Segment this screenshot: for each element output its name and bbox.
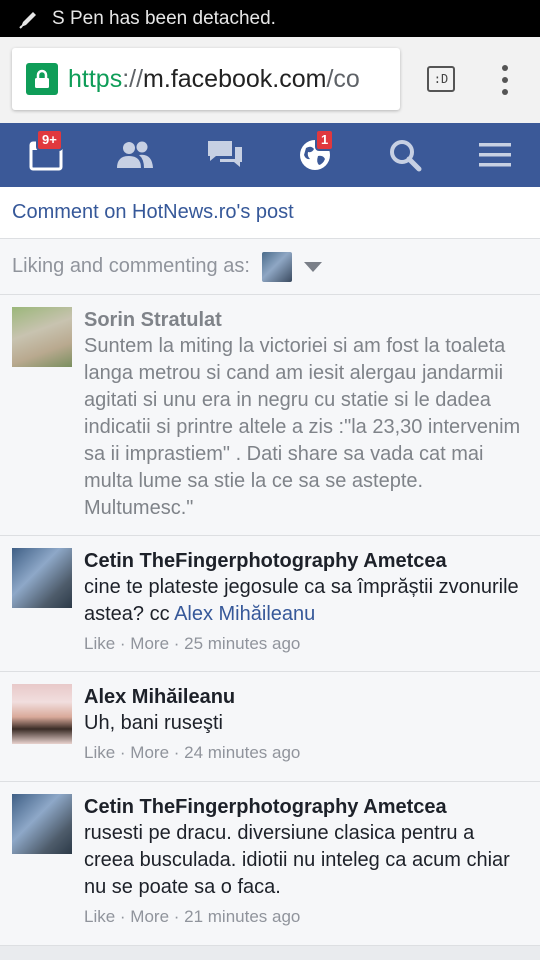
avatar[interactable] <box>12 684 72 744</box>
identity-selector[interactable]: Liking and commenting as: <box>0 239 540 295</box>
comment-text: rusesti pe dracu. diversiune clasica pen… <box>84 822 510 898</box>
avatar <box>261 251 292 282</box>
comment-timestamp: 21 minutes ago <box>184 907 301 926</box>
comment-on-post-title[interactable]: Comment on HotNews.ro's post <box>0 187 540 239</box>
meta-separator: · <box>169 634 185 653</box>
status-bar: S Pen has been detached. <box>0 0 540 37</box>
status-text: S Pen has been detached. <box>52 7 276 29</box>
overflow-menu-icon[interactable] <box>500 65 510 95</box>
comment-author[interactable]: Alex Mihăileanu <box>84 684 528 710</box>
notifications-badge: 1 <box>315 129 335 151</box>
feed-badge: 9+ <box>36 129 63 151</box>
mention-link[interactable]: Alex Mihăileanu <box>174 603 315 625</box>
meta-separator: · <box>115 634 131 653</box>
avatar[interactable] <box>12 307 72 367</box>
meta-separator: · <box>115 743 131 762</box>
messages-icon[interactable] <box>205 135 245 175</box>
url-path: /co <box>326 64 360 93</box>
like-link[interactable]: Like <box>84 634 115 653</box>
comment-text: Uh, bani ruseşti <box>84 712 223 734</box>
search-icon[interactable] <box>385 135 425 175</box>
lock-icon <box>26 63 58 95</box>
comment-text: cine te plateste jegosule ca sa împrăști… <box>84 574 528 628</box>
more-link[interactable]: More <box>130 743 169 762</box>
like-link[interactable]: Like <box>84 907 115 926</box>
comment-item: Alex Mihăileanu Uh, bani ruseşti Like · … <box>0 672 540 782</box>
comment-meta: Like · More · 25 minutes ago <box>84 634 528 654</box>
news-feed-icon[interactable]: 9+ <box>26 129 66 175</box>
meta-separator: · <box>115 907 131 926</box>
tabs-button[interactable]: :D <box>427 66 455 92</box>
comment-timestamp: 24 minutes ago <box>184 743 301 762</box>
s-pen-icon <box>19 11 36 29</box>
chevron-down-icon[interactable] <box>303 261 322 272</box>
comment-meta: Like · More · 21 minutes ago <box>84 907 528 927</box>
more-link[interactable]: More <box>130 634 169 653</box>
avatar[interactable] <box>12 794 72 854</box>
url-host: m.facebook.com <box>143 64 327 93</box>
like-link[interactable]: Like <box>84 743 115 762</box>
comment-text: Suntem la miting la victoriei si am fost… <box>84 335 521 519</box>
liking-as-label: Liking and commenting as: <box>12 255 250 277</box>
comment-item: Cetin TheFingerphotography Ametcea ruses… <box>0 782 540 946</box>
comment-author[interactable]: Cetin TheFingerphotography Ametcea <box>84 548 528 574</box>
avatar[interactable] <box>12 548 72 608</box>
meta-separator: · <box>169 907 185 926</box>
comment-meta: Like · More · 24 minutes ago <box>84 743 528 763</box>
comment-item: Cetin TheFingerphotography Ametcea cine … <box>0 536 540 672</box>
comment-author[interactable]: Sorin Stratulat <box>84 307 528 333</box>
comment-author[interactable]: Cetin TheFingerphotography Ametcea <box>84 794 528 820</box>
url-scheme: https <box>68 64 123 93</box>
meta-separator: · <box>169 743 185 762</box>
comment-timestamp: 25 minutes ago <box>184 634 301 653</box>
facebook-nav-bar: 9+ 1 <box>0 123 540 187</box>
url-text: https://m.facebook.com/co <box>68 65 360 94</box>
comment-item: Sorin Stratulat Suntem la miting la vict… <box>0 295 540 536</box>
browser-toolbar: https://m.facebook.com/co :D <box>0 37 540 123</box>
more-link[interactable]: More <box>130 907 169 926</box>
notifications-globe-icon[interactable]: 1 <box>295 129 335 175</box>
url-separator: :// <box>122 64 144 93</box>
url-bar[interactable]: https://m.facebook.com/co <box>12 48 400 110</box>
friend-requests-icon[interactable] <box>115 135 155 175</box>
hamburger-menu-icon[interactable] <box>475 135 515 175</box>
